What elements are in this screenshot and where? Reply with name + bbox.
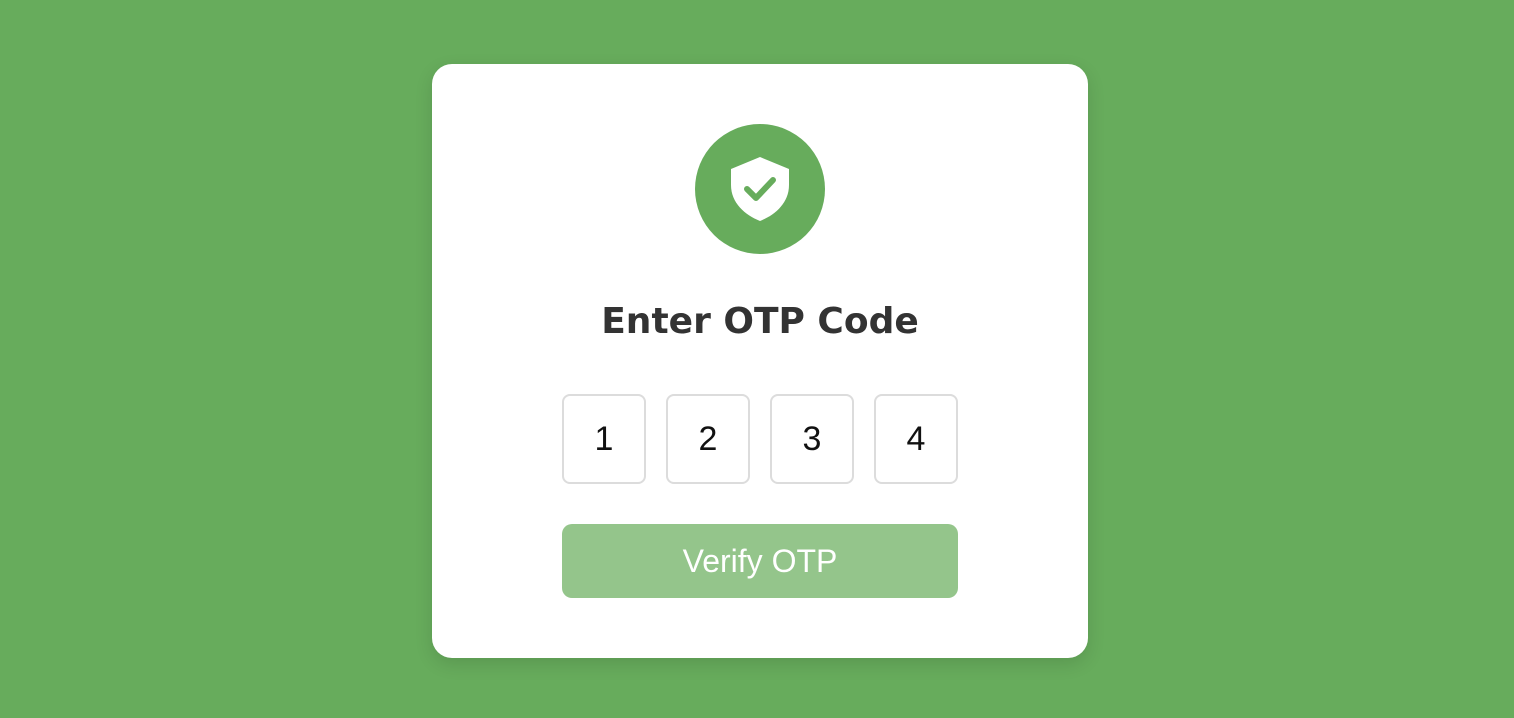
otp-input-group xyxy=(562,394,958,484)
shield-check-icon xyxy=(729,155,791,223)
otp-digit-4[interactable] xyxy=(874,394,958,484)
verify-otp-button[interactable]: Verify OTP xyxy=(562,524,958,598)
otp-card: Enter OTP Code Verify OTP xyxy=(432,64,1088,658)
otp-digit-3[interactable] xyxy=(770,394,854,484)
otp-digit-2[interactable] xyxy=(666,394,750,484)
shield-badge xyxy=(695,124,825,254)
page-title: Enter OTP Code xyxy=(601,301,919,342)
otp-digit-1[interactable] xyxy=(562,394,646,484)
